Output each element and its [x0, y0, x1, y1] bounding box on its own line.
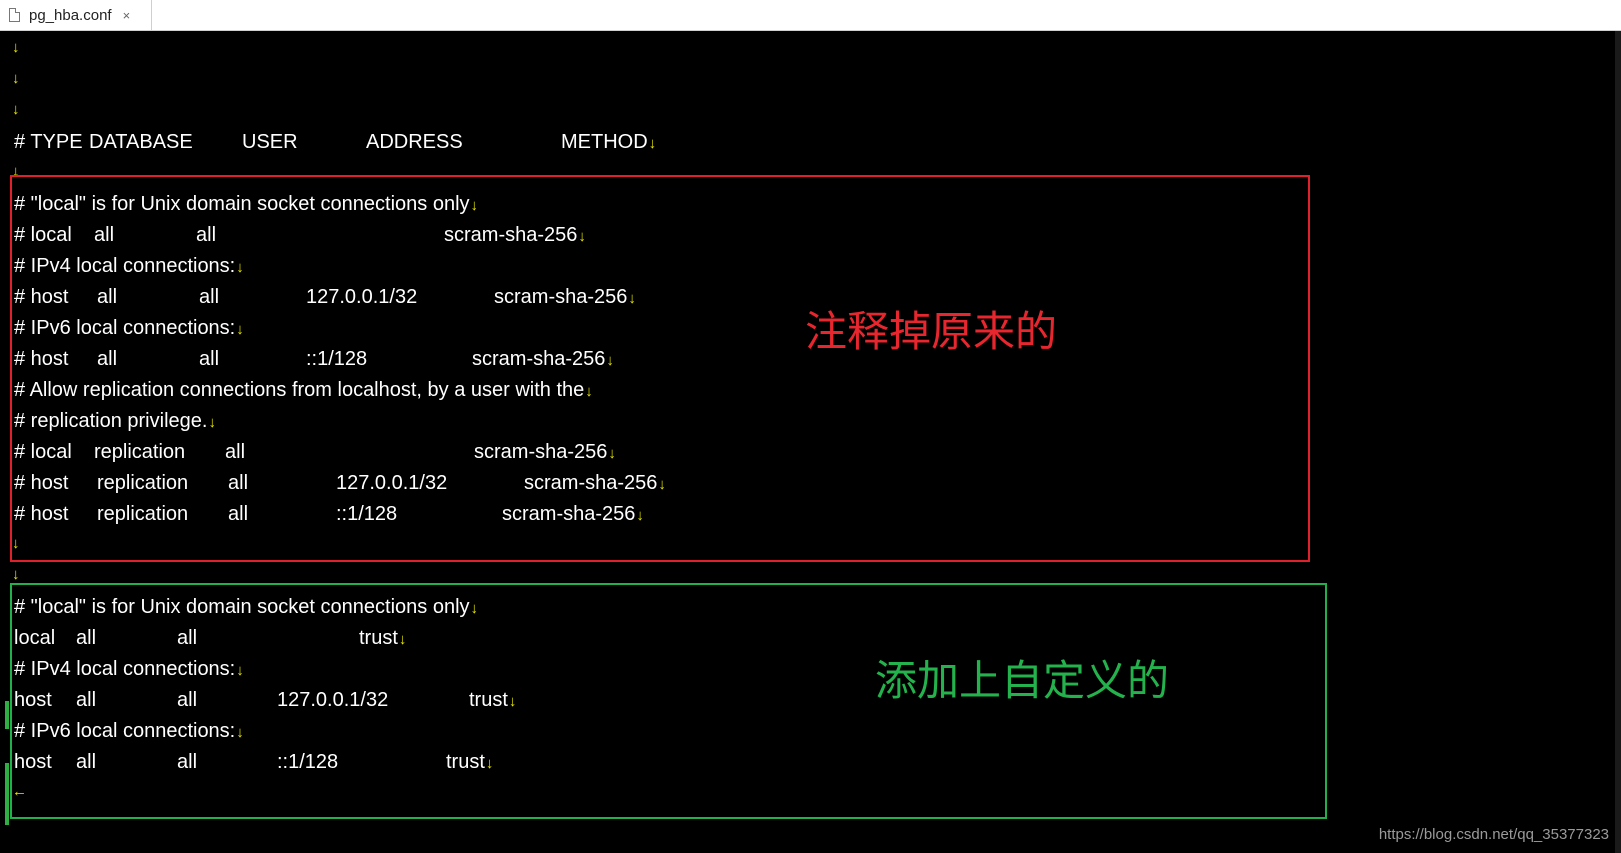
- change-bar: [5, 701, 9, 729]
- annotation-box-commented: [10, 175, 1310, 562]
- watermark: https://blog.csdn.net/qq_35377323: [1378, 826, 1609, 843]
- tab-bar: pg_hba.conf ×: [0, 0, 1621, 31]
- file-icon: [9, 8, 20, 22]
- newline-marker: ↓: [12, 39, 20, 56]
- newline-marker: ↓: [12, 70, 20, 87]
- editor-scrollbar[interactable]: [1615, 31, 1621, 853]
- tab-pg-hba-conf[interactable]: pg_hba.conf ×: [0, 0, 152, 30]
- tab-label: pg_hba.conf: [29, 6, 112, 24]
- close-icon[interactable]: ×: [123, 8, 131, 23]
- newline-marker: ↓: [12, 101, 20, 118]
- annotation-added-custom: 添加上自定义的: [875, 656, 1170, 705]
- annotation-commented-out: 注释掉原来的: [805, 307, 1058, 356]
- change-bar: [5, 763, 9, 825]
